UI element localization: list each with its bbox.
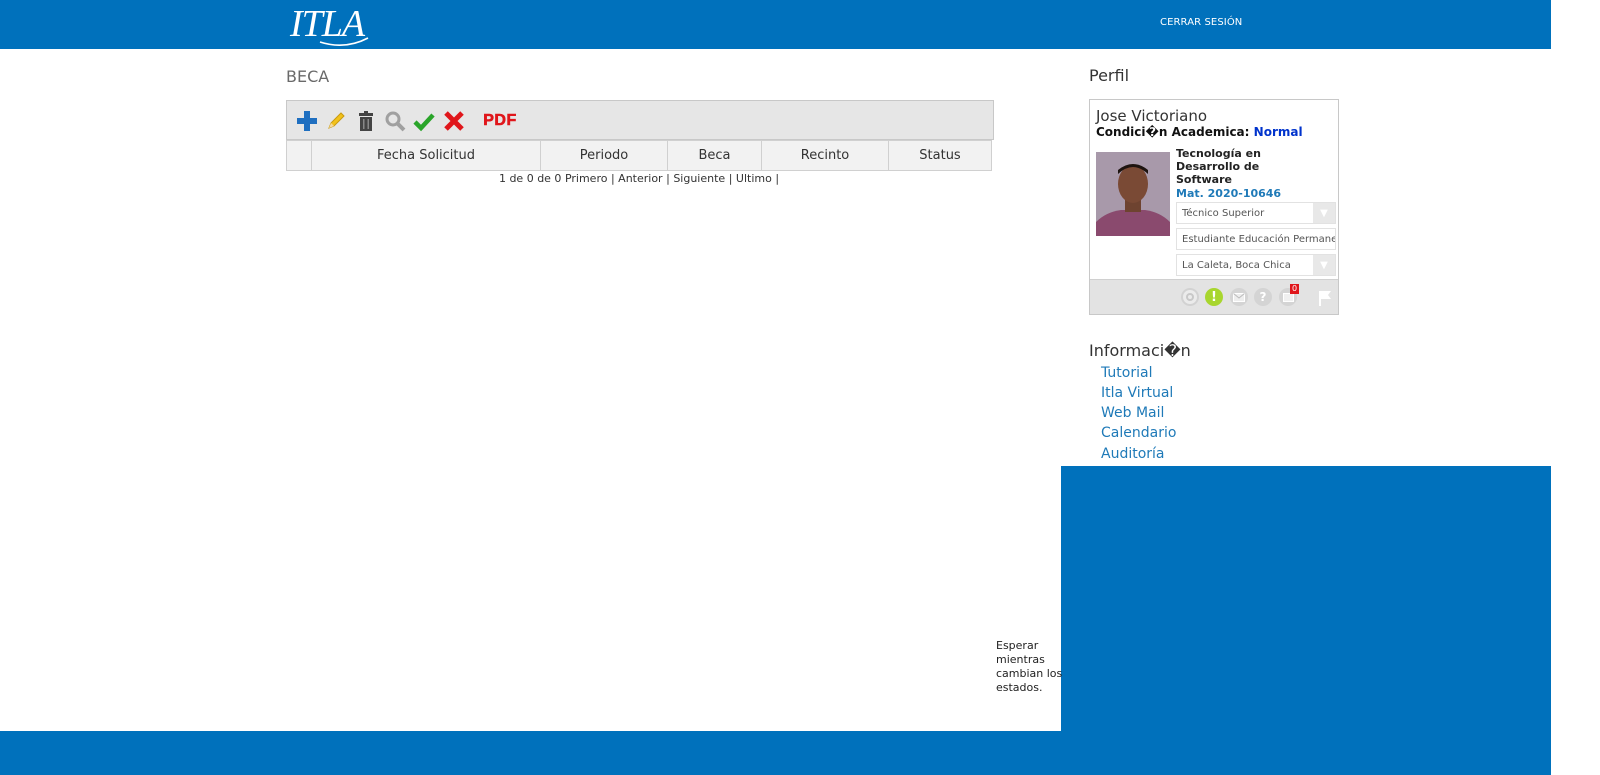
pager-separator: | <box>666 172 670 185</box>
add-icon[interactable] <box>295 109 319 133</box>
logo-swoosh-icon <box>319 37 369 46</box>
help-icon[interactable]: ? <box>1254 288 1272 306</box>
action-toolbar: PDF <box>286 100 994 140</box>
pager-first-link[interactable]: Primero <box>565 172 608 185</box>
student-type-select[interactable]: Estudiante Educación Permanente <box>1176 228 1336 250</box>
career-name: Tecnología en Desarrollo de Software <box>1176 147 1261 186</box>
profile-action-bar: ! ? 0 <box>1090 279 1338 314</box>
academic-condition: Condici�n Academica: Normal <box>1096 125 1303 139</box>
link-web-mail[interactable]: Web Mail <box>1101 403 1176 423</box>
footer-bar <box>0 731 1551 775</box>
page-title: BECA <box>286 67 330 86</box>
profile-section-title: Perfil <box>1089 66 1130 85</box>
pager-next-link[interactable]: Siguiente <box>673 172 725 185</box>
pager-separator: | <box>728 172 733 185</box>
search-magnifier-icon[interactable] <box>383 109 407 133</box>
settings-gear-icon[interactable] <box>1181 288 1199 306</box>
pdf-export-icon[interactable]: PDF <box>475 109 525 133</box>
blue-side-panel <box>1061 466 1551 733</box>
approve-check-icon[interactable] <box>412 109 436 133</box>
alert-icon[interactable]: ! <box>1205 288 1223 306</box>
student-type-select-value: Estudiante Educación Permanente <box>1182 234 1335 245</box>
table-header-status[interactable]: Status <box>888 141 991 170</box>
chevron-down-icon: ▼ <box>1313 255 1335 275</box>
notification-count-badge: 0 <box>1290 284 1299 294</box>
table-header-periodo[interactable]: Periodo <box>540 141 667 170</box>
student-photo <box>1096 152 1170 236</box>
level-select[interactable]: Técnico Superior ▼ <box>1176 202 1336 224</box>
link-tutorial[interactable]: Tutorial <box>1101 363 1176 383</box>
link-calendario[interactable]: Calendario <box>1101 423 1176 443</box>
chevron-down-icon: ▼ <box>1313 203 1335 223</box>
student-name: Jose Victoriano <box>1096 107 1208 125</box>
pager-last-link[interactable]: Ultimo <box>736 172 772 185</box>
academic-condition-value: Normal <box>1253 125 1303 139</box>
pager-separator: | <box>610 172 615 185</box>
delete-trash-icon[interactable] <box>354 109 378 133</box>
table-header-recinto[interactable]: Recinto <box>761 141 888 170</box>
academic-condition-label: Condici�n Academica: <box>1096 125 1250 139</box>
level-select-value: Técnico Superior <box>1182 208 1265 219</box>
mail-icon[interactable] <box>1230 288 1248 306</box>
top-header-bar: ITLA CERRAR SESIÓN <box>0 0 1551 49</box>
pager-separator: | <box>775 172 780 185</box>
info-section-title: Informaci�n <box>1089 341 1191 360</box>
info-links-list: Tutorial Itla Virtual Web Mail Calendari… <box>1101 363 1176 464</box>
avatar-photo-icon <box>1096 152 1170 236</box>
table-header-select <box>287 141 311 170</box>
pagination: 1 de 0 de 0 Primero | Anterior | Siguien… <box>286 172 992 185</box>
profile-card: Jose Victoriano Condici�n Academica: Nor… <box>1089 99 1339 315</box>
flag-icon[interactable] <box>1318 290 1332 310</box>
table-header-beca[interactable]: Beca <box>667 141 761 170</box>
table-header-fecha-solicitud[interactable]: Fecha Solicitud <box>311 141 540 170</box>
edit-pencil-icon[interactable] <box>324 109 348 133</box>
reject-x-icon[interactable] <box>442 109 466 133</box>
matricula: Mat. 2020-10646 <box>1176 187 1282 200</box>
itla-logo[interactable]: ITLA <box>290 4 374 46</box>
pager-summary: 1 de 0 de 0 <box>498 172 562 185</box>
pager-prev-link[interactable]: Anterior <box>618 172 662 185</box>
campus-select[interactable]: La Caleta, Boca Chica ▼ <box>1176 254 1336 276</box>
beca-table-header: Fecha Solicitud Periodo Beca Recinto Sta… <box>286 140 992 171</box>
link-itla-virtual[interactable]: Itla Virtual <box>1101 383 1176 403</box>
link-auditoria[interactable]: Auditoría <box>1101 444 1176 464</box>
logout-link[interactable]: CERRAR SESIÓN <box>1160 17 1242 28</box>
campus-select-value: La Caleta, Boca Chica <box>1182 260 1291 271</box>
wait-message: Esperar mientras cambian los estados. <box>996 639 1063 694</box>
